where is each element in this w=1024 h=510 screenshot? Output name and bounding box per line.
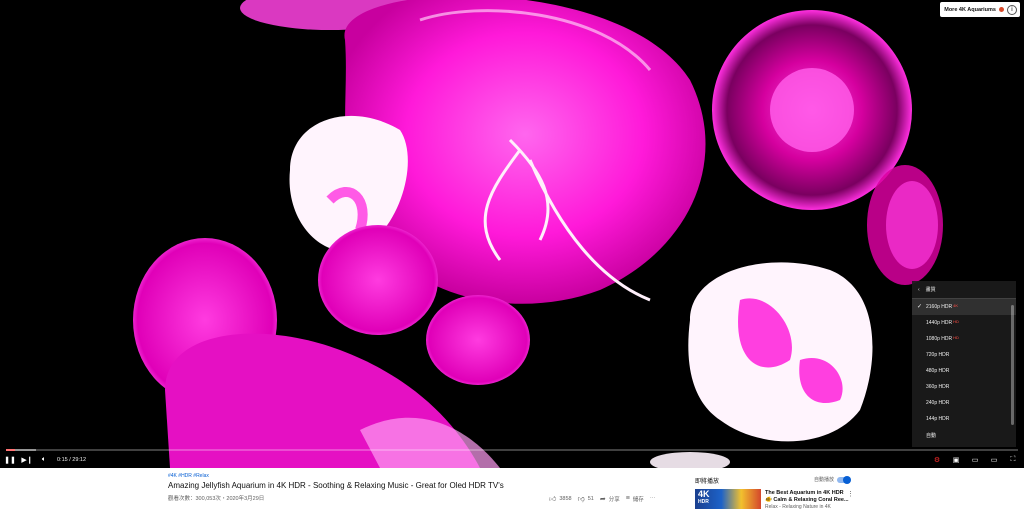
video-meta: 觀看次數：300,053次・2020年3月29日	[168, 496, 265, 502]
quality-option-label: 360p HDR	[926, 384, 950, 390]
quality-option-label: 240p HDR	[926, 400, 950, 406]
settings-gear-icon[interactable]: ⚙︎	[930, 453, 944, 467]
player-controls: ❚❚ ▶❙ 🔈︎ 0:15 / 29:12 ⚙︎ ▣ ▭ ▭ ⛶	[0, 452, 1024, 468]
quality-badge: HD	[953, 334, 959, 340]
share-icon: ➦	[599, 495, 606, 503]
recommended-thumbnail[interactable]: 4K HDR	[695, 489, 761, 509]
quality-option[interactable]: ✓ 2160p HDR 4K	[912, 299, 1016, 315]
thumbnail-badge: 4K	[698, 489, 710, 499]
quality-option-label: 1440p HDR	[926, 320, 953, 326]
time-display: 0:15 / 29:12	[57, 457, 87, 463]
share-button[interactable]: ➦ 分享	[600, 495, 620, 503]
quality-badge: HD	[953, 318, 959, 324]
quality-option-label: 144p HDR	[926, 416, 950, 422]
autoplay-toggle[interactable]	[837, 475, 852, 484]
recommended-video[interactable]: 4K HDR The Best Aquarium in 4K HDR 🐠 Cal…	[695, 489, 855, 510]
save-button[interactable]: ≡ 儲存	[626, 495, 644, 503]
miniplayer-icon[interactable]: ▣	[949, 453, 963, 467]
info-card-label: More 4K Aquariums	[944, 6, 996, 13]
save-label: 儲存	[632, 496, 644, 503]
menu-scrollbar[interactable]	[1011, 305, 1014, 425]
thumbs-up-icon: 👍︎	[549, 496, 557, 503]
more-actions-button[interactable]: ⋯	[650, 496, 656, 502]
quality-badge: 4K	[953, 302, 959, 308]
quality-option[interactable]: 1440p HDR HD	[912, 315, 1016, 331]
volume-icon[interactable]: 🔈︎	[37, 453, 51, 467]
quality-option-label: 480p HDR	[926, 368, 950, 374]
up-next-heading: 即將播放	[695, 479, 720, 485]
playlist-add-icon: ≡	[625, 495, 630, 502]
quality-option[interactable]: 360p HDR	[912, 379, 1016, 395]
quality-menu-title: 畫質	[925, 287, 936, 293]
quality-option[interactable]: 144p HDR	[912, 411, 1016, 427]
quality-option[interactable]: 1080p HDR HD	[912, 331, 1016, 347]
quality-option-label: 自動	[926, 432, 937, 439]
autoplay-label: 自動播放	[814, 477, 835, 483]
video-actions: 👍︎ 3858 👎︎ 51 ➦ 分享 ≡ 儲存 ⋯	[549, 494, 655, 503]
thumbnail-badge-hdr: HDR	[698, 499, 709, 505]
quality-option-label: 2160p HDR	[926, 304, 953, 310]
theater-mode-icon[interactable]: ▭	[968, 453, 982, 467]
video-frame-jellyfish[interactable]	[0, 0, 1024, 468]
like-button[interactable]: 👍︎ 3858	[549, 494, 572, 504]
more-vert-icon[interactable]: ⋮	[847, 490, 854, 498]
recommended-channel[interactable]: Relax - Relaxing Nature in 4K	[765, 504, 831, 510]
quality-option[interactable]: 240p HDR	[912, 395, 1016, 411]
autoplay-control: 自動播放	[814, 475, 852, 484]
thumbs-down-icon: 👎︎	[577, 496, 585, 503]
chevron-left-icon: ‹	[918, 286, 920, 293]
fullscreen-icon[interactable]: ⛶	[1006, 453, 1020, 467]
quality-menu-back-button[interactable]: ‹ 畫質	[912, 281, 1016, 299]
check-icon: ✓	[917, 304, 923, 310]
progress-bar[interactable]	[6, 449, 1018, 451]
video-info-area: #4K #HDR #Relax Amazing Jellyfish Aquari…	[0, 468, 1024, 510]
share-label: 分享	[608, 496, 620, 503]
dislike-count: 51	[587, 495, 594, 502]
quality-option[interactable]: 480p HDR	[912, 363, 1016, 379]
cast-icon[interactable]: ▭	[987, 453, 1001, 467]
video-hashtags[interactable]: #4K #HDR #Relax	[168, 473, 209, 479]
progress-loaded	[6, 449, 37, 451]
recommended-title[interactable]: The Best Aquarium in 4K HDR 🐠 Calm & Rel…	[765, 490, 850, 503]
quality-option[interactable]: 自動	[912, 427, 1016, 443]
info-card-teaser[interactable]: More 4K Aquariums i	[940, 2, 1020, 17]
quality-option-label: 720p HDR	[926, 352, 950, 358]
video-player[interactable]: More 4K Aquariums i ‹ 畫質 ✓ 2160p HDR 4K 144…	[0, 0, 1024, 468]
next-icon[interactable]: ▶❙	[20, 453, 34, 467]
dislike-button[interactable]: 👎︎ 51	[577, 494, 594, 504]
channel-avatar-icon	[999, 7, 1004, 12]
info-icon[interactable]: i	[1007, 4, 1017, 15]
video-title: Amazing Jellyfish Aquarium in 4K HDR - S…	[168, 481, 504, 490]
quality-option-label: 1080p HDR	[926, 336, 953, 342]
quality-settings-menu: ‹ 畫質 ✓ 2160p HDR 4K 1440p HDR HD 1080p HDR HD 7…	[912, 281, 1016, 447]
like-count: 3858	[559, 495, 572, 502]
quality-option[interactable]: 720p HDR	[912, 347, 1016, 363]
more-icon: ⋯	[649, 495, 656, 502]
pause-icon[interactable]: ❚❚	[3, 453, 17, 467]
